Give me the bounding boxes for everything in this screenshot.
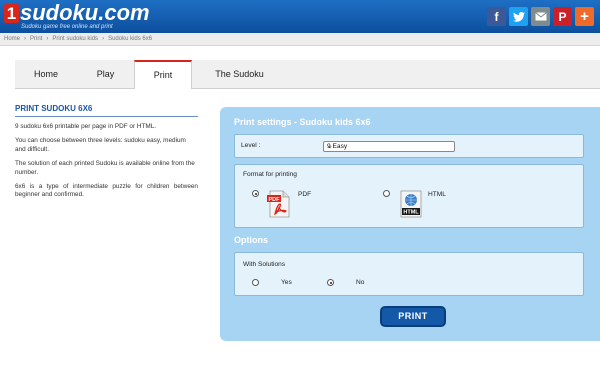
breadcrumb-print[interactable]: Print [30,36,42,42]
breadcrumb-print-sudoku-kids[interactable]: Print sudoku kids [52,36,98,42]
twitter-icon[interactable] [509,7,528,26]
print-button[interactable]: PRINT [380,306,446,327]
breadcrumb: Home › Print › Print sudoku kids › Sudoku kids… [0,33,600,46]
level-select[interactable]: 9 Easy ⌄ [323,141,455,152]
description-paragraph-1: 9 sudoku 6x6 printable per page in PDF o… [15,123,157,130]
level-box: Level : 9 Easy ⌄ [234,134,584,158]
tab-play[interactable]: Play [77,60,134,88]
format-pdf-radio[interactable] [252,190,259,197]
logo-tagline: Sudoku game free online and print [21,24,113,30]
print-settings-title: Print settings - Sudoku kids 6x6 [234,117,371,127]
level-label: Level : [241,142,261,149]
description-paragraph-2: You can choose between three levels: sud… [15,137,186,153]
mail-icon[interactable] [531,7,550,26]
description-paragraph-3: The solution of each printed Sudoku is a… [15,160,195,176]
solutions-label: With Solutions [243,261,286,268]
facebook-icon[interactable]: f [487,7,506,26]
chevron-down-icon: ⌄ [327,143,333,150]
tab-print[interactable]: Print [134,60,192,89]
solutions-yes-radio[interactable] [252,279,259,286]
format-html-label[interactable]: HTML [428,191,446,198]
solutions-no-radio[interactable] [327,279,334,286]
format-html-radio[interactable] [383,190,390,197]
social-share-bar: f P + [487,7,594,26]
solutions-yes-label[interactable]: Yes [281,279,292,286]
print-settings-panel: Print settings - Sudoku kids 6x6 Level :… [220,107,600,341]
breadcrumb-current: Sudoku kids 6x6 [108,36,153,42]
main-tabs: Home Play Print The Sudoku [15,60,600,89]
pinterest-icon[interactable]: P [553,7,572,26]
site-header: 1 sudoku.com Sudoku game free online and… [0,0,600,33]
format-pdf-label[interactable]: PDF [298,191,311,198]
logo-text: sudoku.com [20,0,150,25]
description-paragraph-4: 6x6 is a type of intermediate puzzle for… [15,183,198,199]
format-label: Format for printing [243,171,297,178]
breadcrumb-home[interactable]: Home [4,36,20,42]
tab-the-sudoku[interactable]: The Sudoku [192,60,287,88]
options-title: Options [234,235,268,245]
site-logo[interactable]: 1 sudoku.com Sudoku game free online and… [2,2,177,32]
logo-badge: 1 [4,4,19,23]
pdf-file-icon[interactable]: PDF [267,190,291,218]
solutions-box: With Solutions Yes No [234,252,584,296]
svg-text:PDF: PDF [269,197,281,203]
html-file-icon[interactable]: HTML [399,190,422,218]
plus-icon[interactable]: + [575,7,594,26]
tab-home[interactable]: Home [15,60,77,88]
svg-text:HTML: HTML [403,210,419,216]
page-title: PRINT SUDOKU 6X6 [15,104,198,117]
description-column: PRINT SUDOKU 6X6 9 sudoku 6x6 printable … [15,104,198,200]
solutions-no-label[interactable]: No [356,279,364,286]
format-box: Format for printing PDF PDF HTML HTML [234,164,584,228]
